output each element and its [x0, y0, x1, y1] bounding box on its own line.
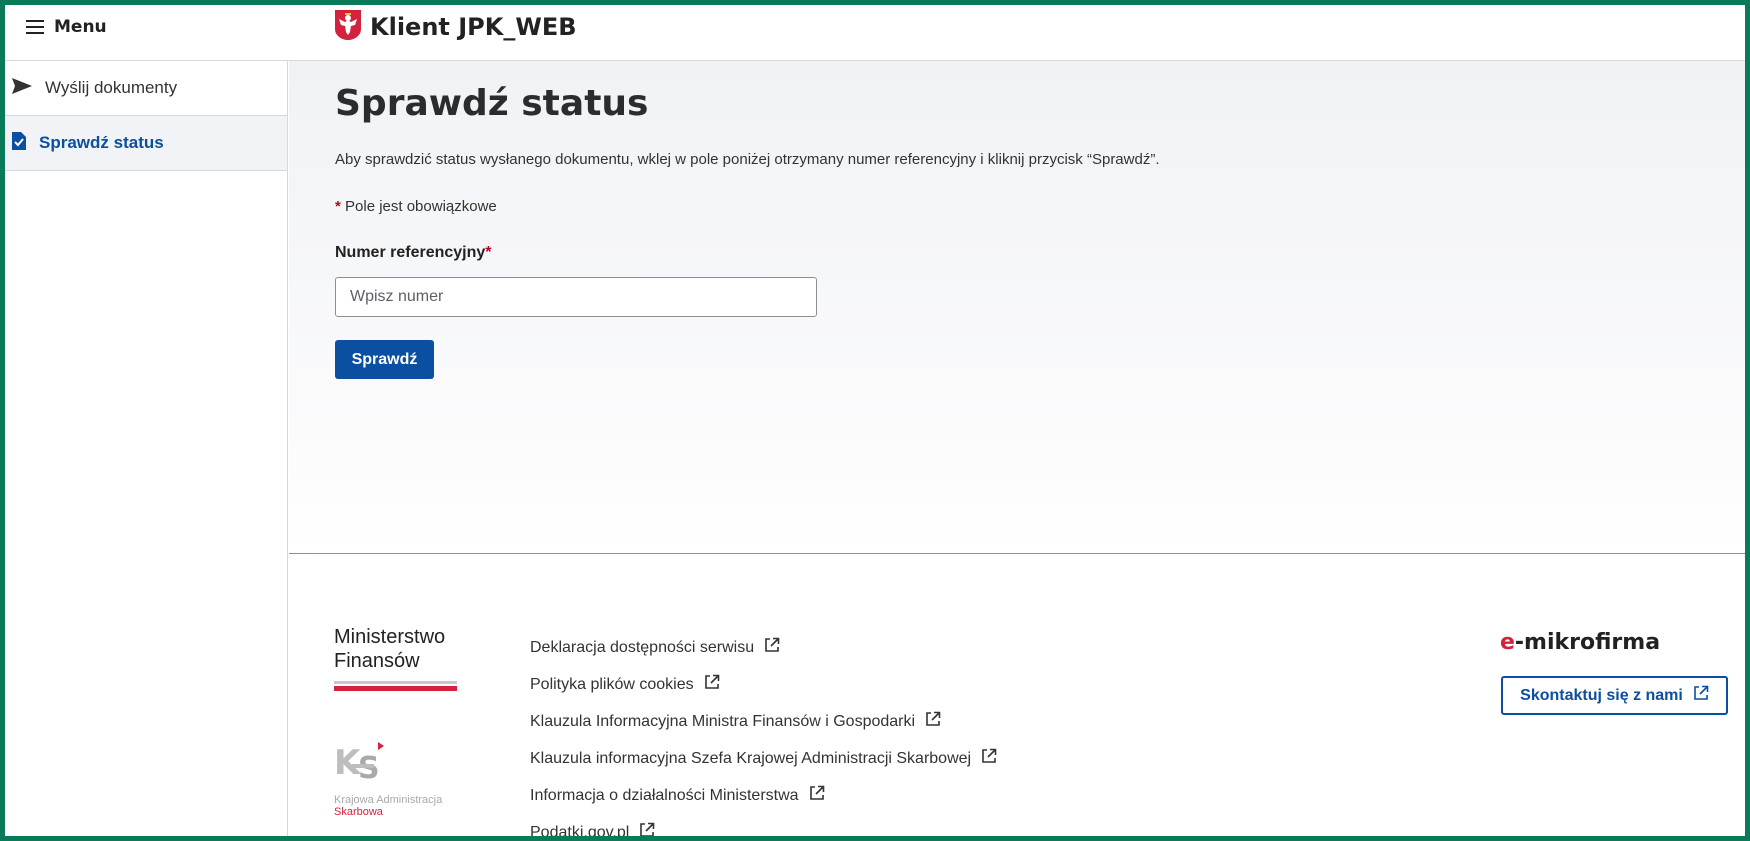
page-title: Sprawdź status [335, 83, 649, 124]
footer-link-label: Polityka plików cookies [530, 675, 694, 693]
footer-link-label: Informacja o działalności Ministerstwa [530, 786, 799, 804]
app-brand: Klient JPK_WEB [334, 9, 577, 46]
ministry-logo-line2: Finansów [334, 650, 420, 672]
kas-logo-line2: Skarbowa [334, 806, 383, 818]
footer-link-label: Klauzula Informacyjna Ministra Finansów … [530, 712, 916, 730]
sidebar: Wyślij dokumenty Sprawdź status [5, 61, 288, 841]
top-bar: Menu Klient JPK_WEB [0, 0, 1750, 61]
kas-logo-line1: Krajowa Administracja [334, 794, 443, 806]
menu-label: Menu [54, 17, 107, 37]
intro-text: Aby sprawdzić status wysłanego dokumentu… [335, 151, 1160, 168]
required-star: * [485, 244, 492, 261]
kas-emblem: K S [334, 738, 394, 786]
emikro-rest: -mikrofirma [1514, 630, 1661, 655]
document-check-icon [11, 131, 27, 156]
contact-button-label: Skontaktuj się z nami [1520, 686, 1683, 704]
ministry-logo-line1: Ministerstwo [334, 626, 446, 648]
footer-link-cookies[interactable]: Polityka plików cookies [530, 666, 997, 703]
footer-link-info-clause-minister[interactable]: Klauzula Informacyjna Ministra Finansów … [530, 703, 997, 740]
required-star: * [335, 198, 341, 215]
ministry-logo-bars [334, 681, 459, 691]
external-link-icon [809, 785, 825, 806]
ministry-of-finance-logo: Ministerstwo Finansów [334, 625, 459, 691]
footer-link-label: Deklaracja dostępności serwisu [530, 638, 755, 656]
external-link-icon [1693, 685, 1709, 706]
e-mikrofirma-logo: e-mikrofirma [1500, 630, 1660, 655]
footer-link-accessibility[interactable]: Deklaracja dostępności serwisu [530, 629, 997, 666]
menu-button[interactable]: Menu [26, 16, 107, 38]
sidebar-item-label: Wyślij dokumenty [45, 78, 178, 97]
footer: Ministerstwo Finansów K S Krajowa Admini… [289, 555, 1745, 841]
contact-us-button[interactable]: Skontaktuj się z nami [1501, 676, 1728, 715]
sidebar-item-label: Sprawdź status [39, 133, 164, 152]
sidebar-item-send-documents[interactable]: Wyślij dokumenty [5, 61, 287, 116]
required-note-text: Pole jest obowiązkowe [345, 198, 497, 215]
send-icon [11, 77, 33, 100]
external-link-icon [704, 674, 720, 695]
hamburger-icon [26, 20, 44, 34]
external-link-icon [764, 637, 780, 658]
svg-text:S: S [358, 751, 380, 786]
footer-link-ministry-activity[interactable]: Informacja o działalności Ministerstwa [530, 777, 997, 814]
footer-link-info-clause-kas[interactable]: Klauzula informacyjna Szefa Krajowej Adm… [530, 740, 997, 777]
field-label-text: Numer referencyjny [335, 244, 486, 261]
app-title: Klient JPK_WEB [370, 13, 577, 41]
emikro-e: e [1500, 630, 1515, 655]
footer-link-label: Klauzula informacyjna Szefa Krajowej Adm… [530, 749, 972, 767]
sidebar-item-check-status[interactable]: Sprawdź status [5, 116, 287, 171]
external-link-icon [925, 711, 941, 732]
footer-links: Deklaracja dostępności serwisu Polityka … [530, 629, 997, 841]
external-link-icon [639, 822, 655, 841]
required-note: * Pole jest obowiązkowe [335, 198, 497, 215]
main-content: Sprawdź status Aby sprawdzić status wysł… [289, 61, 1745, 554]
reference-number-label: Numer referencyjny* [335, 244, 492, 262]
check-button[interactable]: Sprawdź [335, 340, 434, 379]
footer-link-label: Podatki.gov.pl [530, 823, 630, 841]
polish-eagle-icon [334, 9, 362, 46]
footer-link-podatki[interactable]: Podatki.gov.pl [530, 814, 997, 841]
reference-number-input[interactable] [335, 277, 817, 317]
kas-logo: K S Krajowa Administracja Skarbowa [334, 738, 469, 818]
external-link-icon [981, 748, 997, 769]
